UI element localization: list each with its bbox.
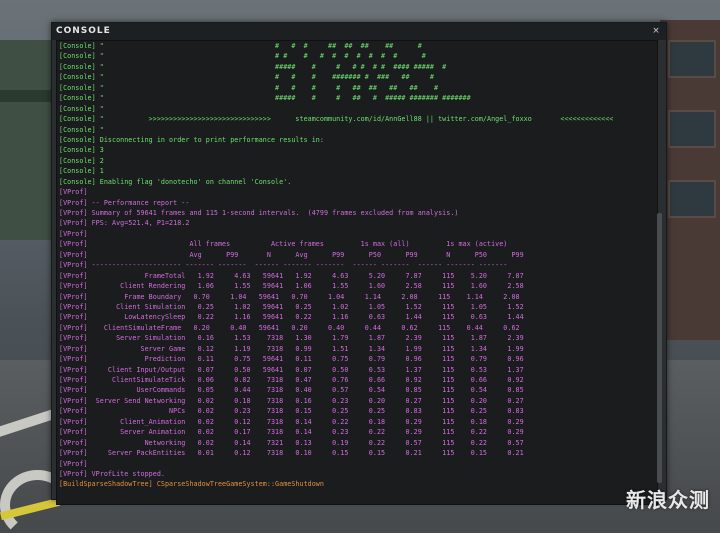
console-line: [VProf] Avg P99 N Avg P99 P50 P99 N P50 … [59,250,524,259]
console-line: [VProf] UserCommands 0.05 0.44 7318 0.40… [59,386,524,395]
console-lines: [Console] " # # # ## ## ## ## # [Console]… [59,41,613,490]
console-line: [VProf] ClientSimulateFrame 0.20 0.40 59… [59,323,520,332]
console-window[interactable]: CONSOLE × [Console] " # # # ## ## ## ## … [51,22,667,505]
console-line: [Console] " ##### # # ## # ##### #######… [59,94,471,103]
console-line: [VProf] Server Game 0.12 1.19 7318 0.99 … [59,344,524,353]
console-line: [Console] " ##### # # # # # # #### #####… [59,62,447,71]
console-titlebar[interactable]: CONSOLE × [52,23,666,40]
console-scrollbar[interactable] [657,213,662,483]
watermark-logo: 新浪众测 [626,488,710,512]
console-line: [VProf] Client_Animation 0.02 0.12 7318 … [59,417,524,426]
console-line: [VProf] ClientSimulateTick 0.06 0.82 731… [59,376,524,384]
console-line: [VProf] FrameTotal 1.92 4.63 59641 1.92 … [59,271,524,280]
console-line: [VProf] Client Simulation 0.25 1.02 5964… [59,302,524,311]
console-line: [VProf] FPS: Avg=521.4, P1=218.2 [59,219,190,228]
console-line: [VProf] Networking 0.02 0.14 7321 0.13 0… [59,438,524,447]
console-line: [Console] " [59,104,104,113]
console-line: [VProf] [59,188,88,197]
console-title: CONSOLE [56,26,111,36]
console-line: [Console] 1 [59,167,104,176]
console-line: [Console] 3 [59,146,104,155]
console-line: [VProf] All frames Active frames 1s max … [59,240,508,249]
console-line: [Console] Enabling flag 'donotecho' on c… [59,177,292,186]
console-line: [VProf] Server PackEntities 0.01 0.12 73… [59,449,524,458]
console-line: [VProf] VProfLite stopped. [59,469,165,478]
console-line: [VProf] LowLatencySleep 0.22 1.16 59641 … [59,313,524,322]
console-line: [VProf] [59,229,88,238]
console-line: [BuildSparseShadowTree] CSparseShadowTre… [59,480,324,489]
console-line: [Console] " # # # ####### # ### ## # [59,73,435,82]
console-line: [Console] Disconnecting in order to prin… [59,135,324,144]
console-line: [Console] " # # # # # # # # # # # [59,52,426,61]
console-line: [VProf] Server Simulation 0.16 1.53 7318… [59,334,524,343]
console-line: [VProf] ---------------------- ------- -… [59,261,508,270]
console-line: [VProf] Frame Boundary 0.70 1.04 59641 0… [59,292,520,301]
console-line: [Console] " # # # ## ## ## ## # [59,42,422,50]
building-window [668,180,716,218]
console-output[interactable]: [Console] " # # # ## ## ## ## # [Console]… [56,40,658,505]
building-window [668,110,716,148]
console-line: [VProf] Server Animation 0.02 0.17 7318 … [59,428,524,437]
console-line: [VProf] Client Input/Output 0.07 0.50 59… [59,365,524,374]
console-line: [VProf] Server Send Networking 0.02 0.18… [59,396,524,405]
console-line: [VProf] [59,459,88,468]
console-line: [VProf] Summary of 59641 frames and 115 … [59,209,459,217]
console-line: [VProf] Client Rendering 1.06 1.55 59641… [59,282,524,291]
console-line: [Console] " >>>>>>>>>>>>>>>>>>>>>>>>>>>>… [59,115,614,124]
close-icon[interactable]: × [650,25,662,37]
console-line: [VProf] -- Performance report -- [59,198,190,207]
console-line: [Console] " # # # # ## ## ## ## # [59,83,439,92]
building-window [668,40,716,78]
console-line: [Console] 2 [59,156,104,165]
console-line: [VProf] NPCs 0.02 0.23 7318 0.15 0.25 0.… [59,407,524,416]
console-line: [Console] " [59,125,104,134]
console-line: [VProf] Prediction 0.11 0.75 59641 0.11 … [59,355,524,364]
